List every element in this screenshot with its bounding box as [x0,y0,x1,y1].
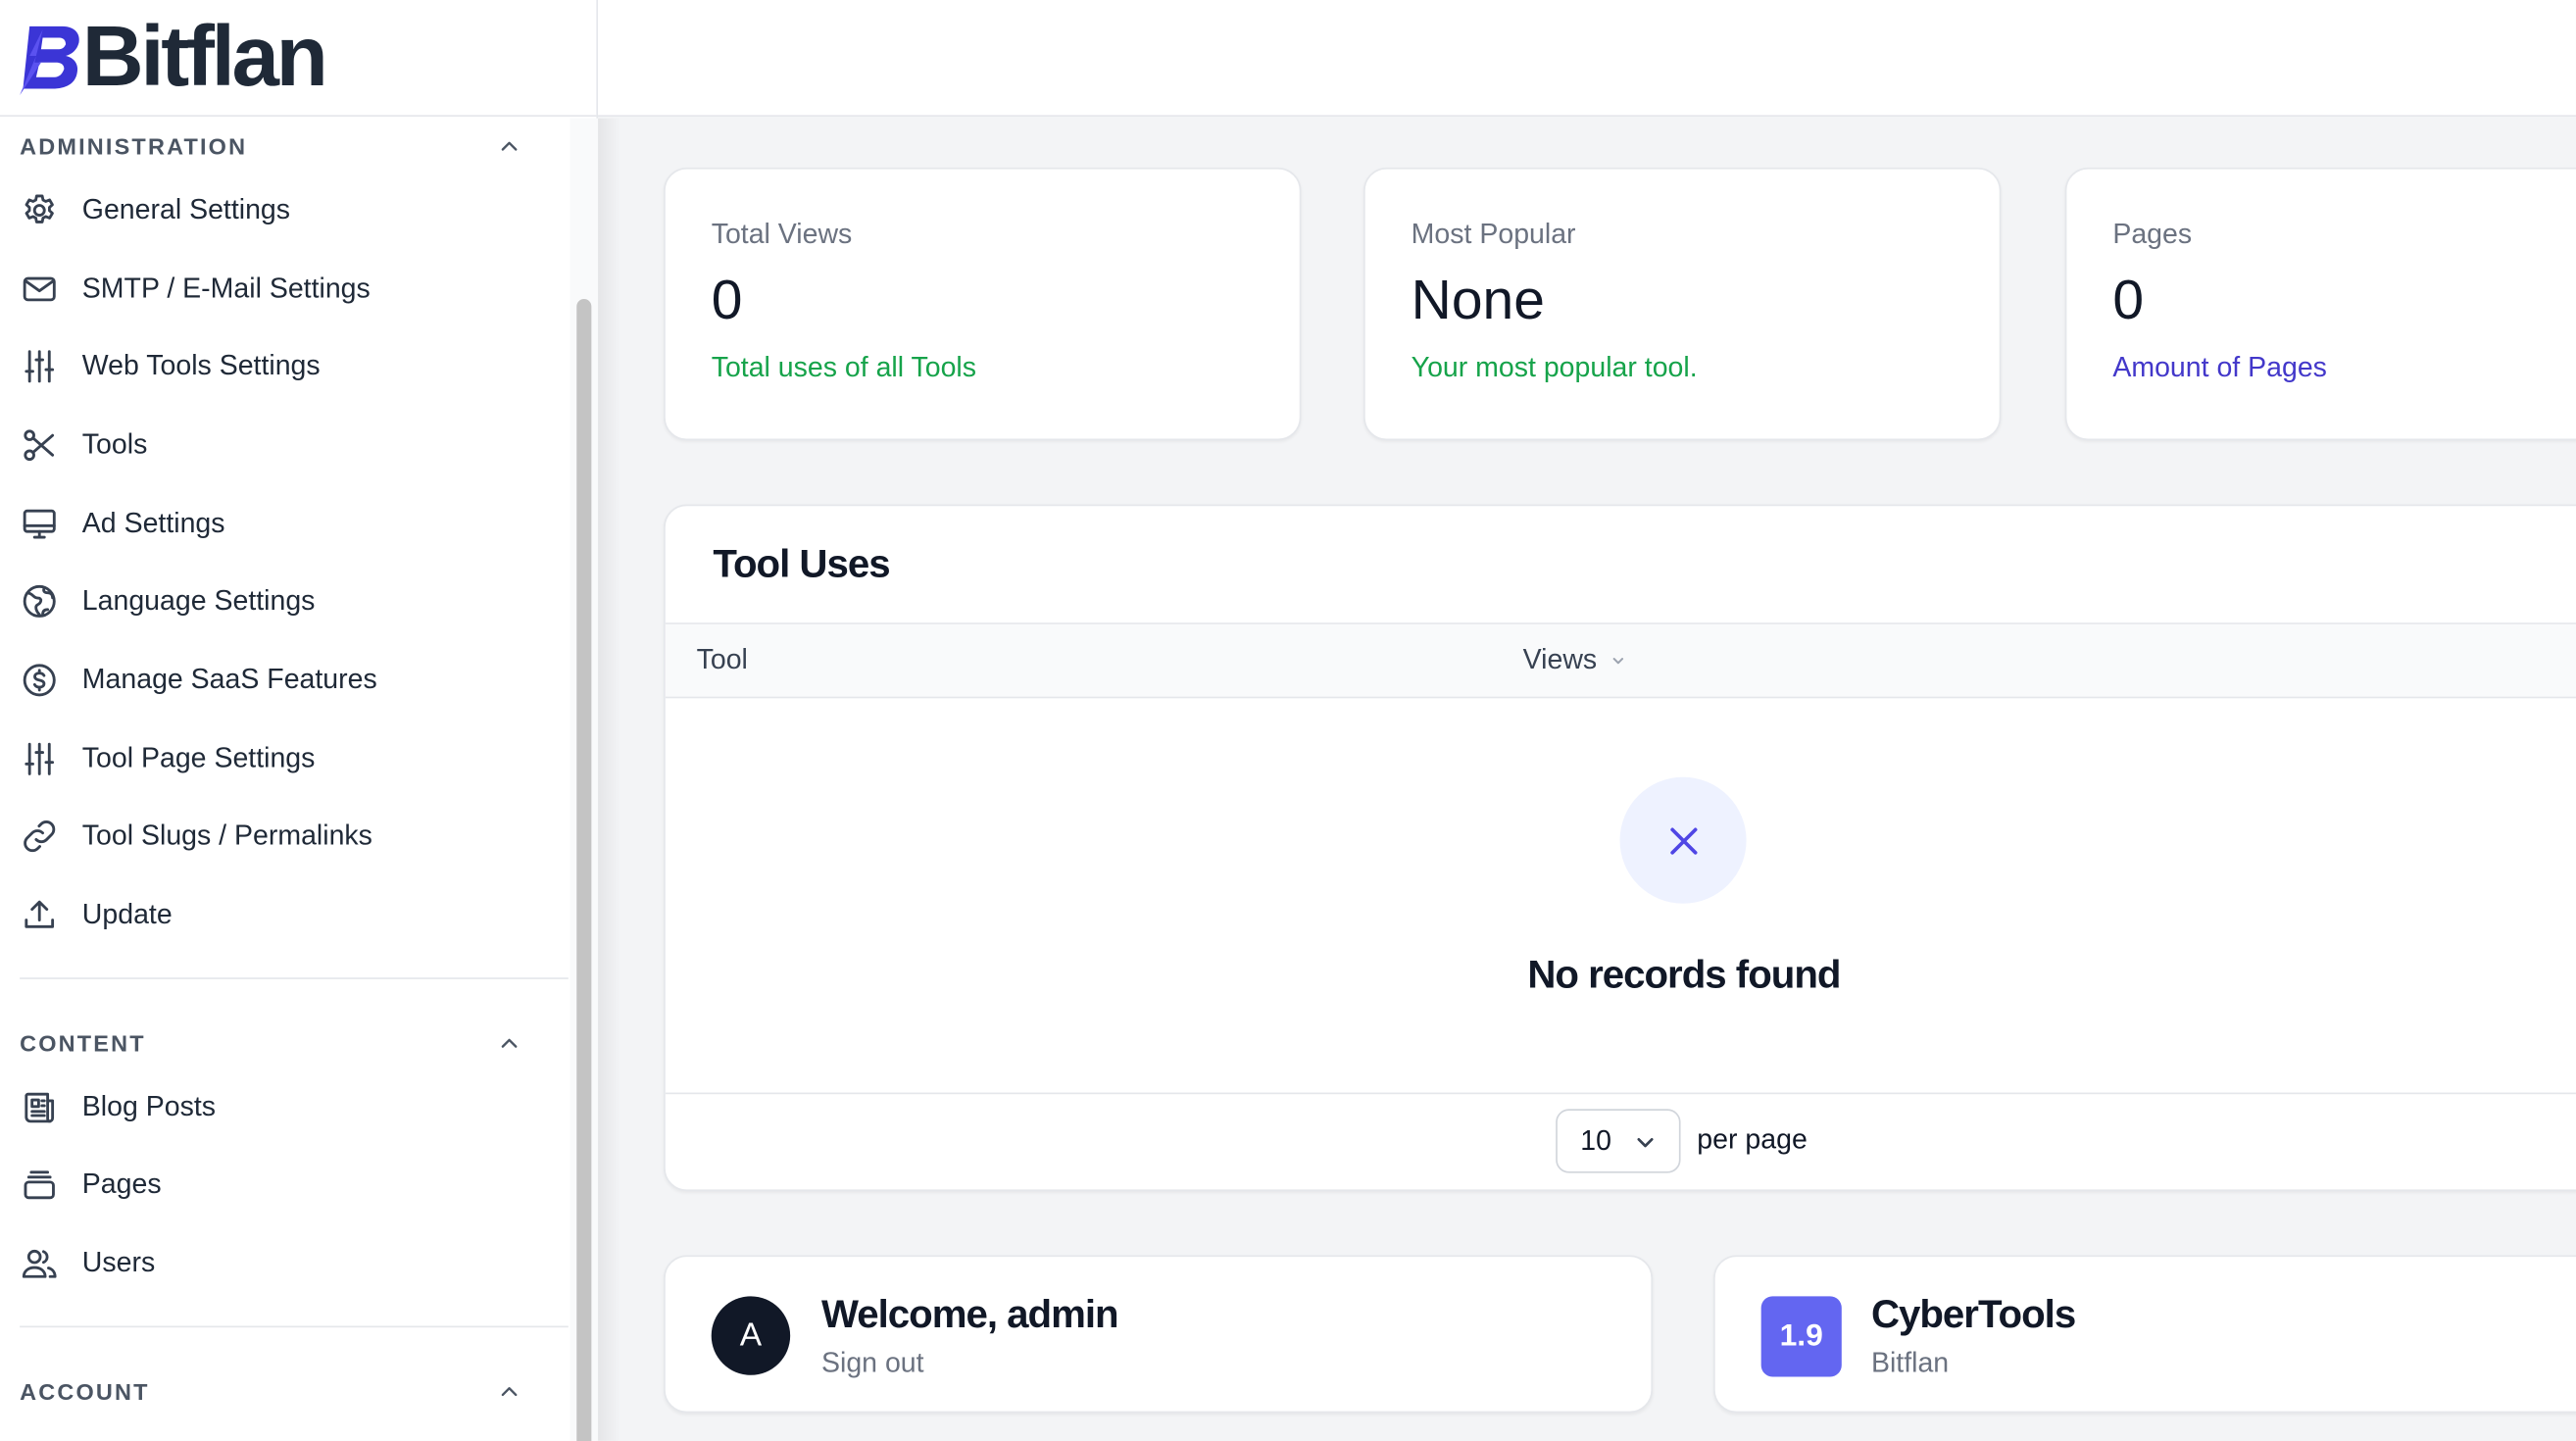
sidebar-item-smtp-settings[interactable]: SMTP / E-Mail Settings [0,249,569,327]
avatar: A [711,1296,791,1375]
sidebar-item-language-settings[interactable]: Language Settings [0,563,569,641]
group-header-account[interactable]: ACCOUNT [0,1364,569,1419]
sidebar-item-label: Manage SaaS Features [81,664,377,695]
group-header-administration[interactable]: ADMINISTRATION [0,119,569,174]
per-page-label: per page [1697,1123,1808,1156]
stack-icon [24,1171,55,1200]
sidebar-item-label: SMTP / E-Mail Settings [81,272,371,304]
empty-state: No records found [665,698,2576,1095]
welcome-title: Welcome, admin [821,1293,1119,1338]
sidebar-item-label: Update [81,898,173,930]
sidebar-item-general-settings[interactable]: General Settings [0,171,569,249]
empty-state-message: No records found [1527,953,1841,998]
table-title: Tool Uses [665,506,2576,624]
sidebar-nav: ADMINISTRATION General Settings SMTP / E… [0,119,569,1441]
sidebar-item-tool-page-settings[interactable]: Tool Page Settings [0,720,569,798]
scissors-icon [24,429,55,461]
upload-icon [25,900,55,928]
product-vendor: Bitflan [1870,1347,1950,1379]
sidebar-item-label: Ad Settings [81,507,225,539]
sliders-icon [25,742,55,775]
desktop-icon [23,509,56,538]
brand-logo[interactable]: Bitflan [0,0,597,117]
per-page-select[interactable]: 10 [1556,1109,1681,1173]
sidebar-item-label: Tools [81,428,148,461]
globe-icon [23,585,56,619]
stat-value: None [1411,269,1545,332]
version-badge: 1.9 [1760,1296,1842,1377]
group-header-content[interactable]: CONTENT [0,1016,569,1071]
sort-chevron-down-icon [1612,658,1624,665]
sidebar-item-ad-settings[interactable]: Ad Settings [0,484,569,563]
dollar-circle-icon [23,664,56,697]
sidebar-scrollbar-thumb[interactable] [576,299,592,1441]
topbar [598,0,2576,117]
pagination-bar: 10 per page [666,1094,2576,1189]
sidebar-item-label: Users [81,1247,156,1279]
stat-description: Amount of Pages [2112,352,2327,384]
sidebar-item-label: General Settings [81,193,291,225]
sidebar-item-label: Pages [81,1168,162,1201]
brand-name: Bitflan [81,10,328,106]
sidebar-item-label: Web Tools Settings [81,350,321,382]
sign-out-link[interactable]: Sign out [821,1347,924,1380]
stat-value: 0 [711,269,743,332]
column-header-tool: Tool [696,643,748,675]
tool-uses-table: Tool Uses Tool Views No records found 10 [664,504,2576,1192]
sliders-icon [25,350,55,383]
sidebar-item-tools[interactable]: Tools [0,406,569,484]
close-x-icon [1669,826,1697,854]
stat-card-most-popular: Most Popular None Your most popular tool… [1363,167,2002,441]
sidebar-item-users[interactable]: Users [0,1224,569,1303]
chevron-down-icon [1637,1137,1654,1148]
stat-card-pages: Pages 0 Amount of Pages [2064,167,2576,441]
gear-icon [25,194,54,224]
empty-state-badge [1619,776,1747,904]
sidebar-item-pages[interactable]: Pages [0,1146,569,1224]
stat-description: Your most popular tool. [1411,352,1698,384]
stat-label: Most Popular [1411,218,1576,250]
stat-value: 0 [2112,269,2145,332]
stat-card-total-views: Total Views 0 Total uses of all Tools [664,167,1302,441]
column-header-label: Views [1522,643,1598,675]
stat-label: Total Views [711,218,853,250]
group-title: CONTENT [20,1029,146,1057]
per-page-value: 10 [1580,1124,1612,1157]
sidebar-item-manage-saas-features[interactable]: Manage SaaS Features [0,641,569,720]
chevron-up-icon [501,141,518,151]
sidebar: Bitflan ADMINISTRATION General Settings … [0,0,599,1441]
newspaper-icon [25,1092,55,1122]
welcome-card: A Welcome, admin Sign out [664,1255,1654,1414]
column-header-views[interactable]: Views [1523,644,1627,677]
chevron-up-icon [501,1386,518,1396]
users-icon [22,1250,57,1278]
sidebar-item-blog-posts[interactable]: Blog Posts [0,1068,569,1146]
group-title: ADMINISTRATION [20,132,248,160]
sidebar-item-label: Blog Posts [81,1090,217,1122]
sidebar-item-label: Tool Page Settings [81,741,316,773]
group-title: ACCOUNT [20,1378,150,1405]
envelope-icon [23,275,56,301]
stat-label: Pages [2112,218,2193,250]
sidebar-item-label: Language Settings [81,585,316,617]
sidebar-item-web-tools-settings[interactable]: Web Tools Settings [0,327,569,406]
stat-description: Total uses of all Tools [711,352,977,384]
link-icon [24,820,56,853]
dashboard-main: Total Views 0 Total uses of all Tools Mo… [598,118,2576,1441]
bolt-b-logo-icon [20,25,79,96]
sidebar-item-update[interactable]: Update [0,876,569,955]
chevron-up-icon [501,1038,518,1048]
sidebar-item-tool-slugs[interactable]: Tool Slugs / Permalinks [0,798,569,876]
sidebar-shadow [598,118,621,1441]
app-window: Bitflan ADMINISTRATION General Settings … [0,0,2576,1441]
sidebar-item-label: Tool Slugs / Permalinks [81,820,372,852]
version-card: 1.9 CyberTools Bitflan [1713,1255,2576,1414]
product-title: CyberTools [1870,1293,2076,1338]
table-header-row: Tool Views [665,623,2576,699]
